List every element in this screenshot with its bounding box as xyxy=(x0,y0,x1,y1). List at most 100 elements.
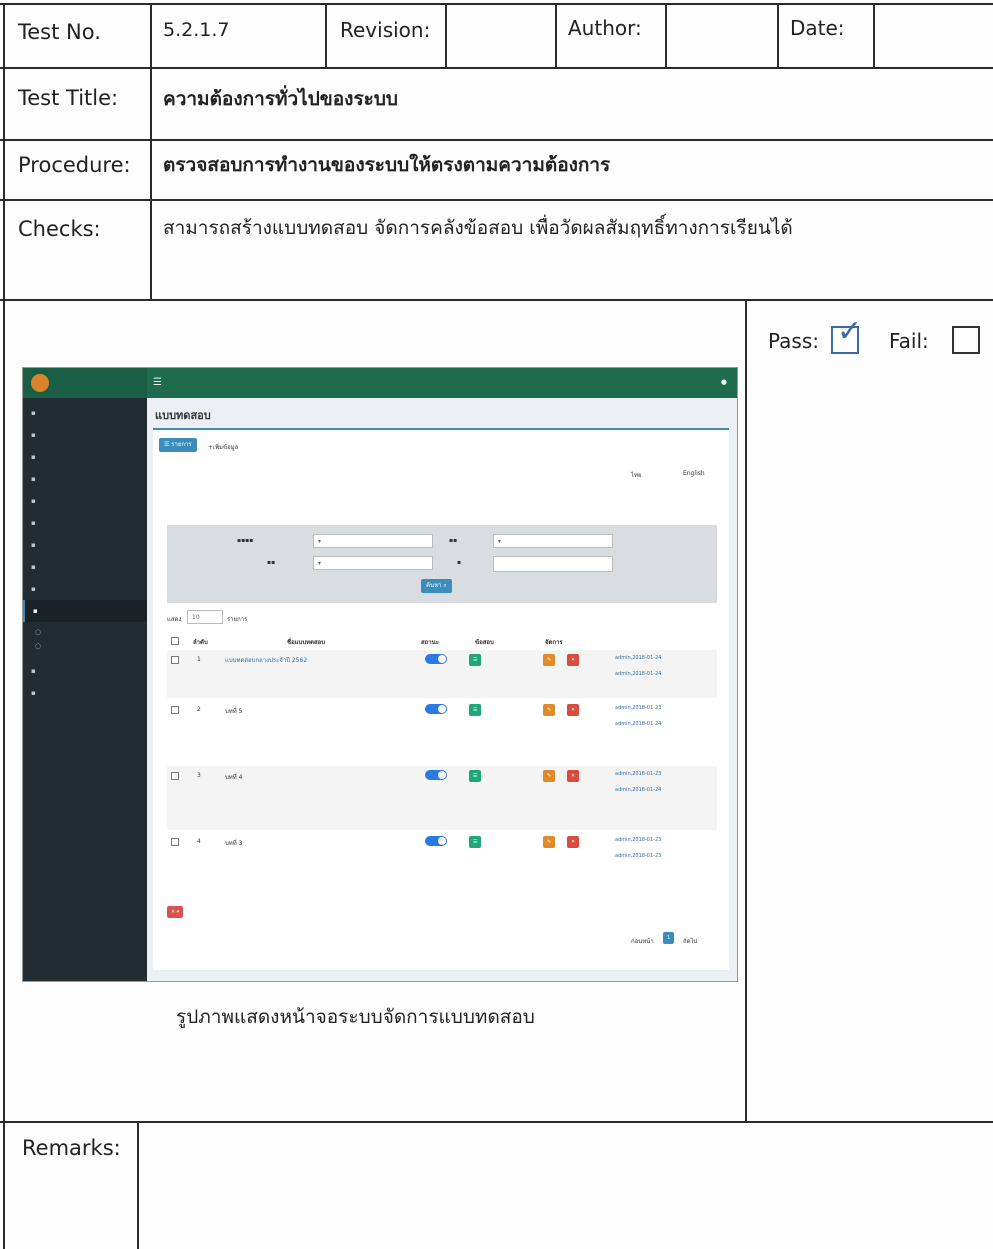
checkmark-icon: ✓ xyxy=(837,314,863,349)
grid-line xyxy=(325,3,327,67)
grid-line xyxy=(0,67,993,69)
test-no-label: Test No. xyxy=(18,20,101,44)
lang-th[interactable]: ไทย xyxy=(631,470,642,480)
sidebar-item[interactable]: ▪ xyxy=(23,424,147,446)
author-label: Author: xyxy=(568,16,642,40)
created-meta: admin,2018-01-23 xyxy=(615,837,662,843)
filter-label: ▪▪▪▪ xyxy=(237,537,254,544)
grid-line xyxy=(0,3,993,5)
logo-icon xyxy=(31,374,49,392)
edit-button[interactable]: ✎ xyxy=(543,654,556,666)
row-checkbox[interactable] xyxy=(171,772,179,780)
col-header: จัดการ xyxy=(545,639,563,646)
col-header: ลำดับ xyxy=(193,639,208,646)
edited-meta: admin,2018-01-24 xyxy=(615,721,662,727)
grid-line xyxy=(0,299,993,301)
sidebar-item[interactable]: ▪ xyxy=(23,468,147,490)
app-sidebar: ▪ ▪ ▪ ▪ ▪ ▪ ▪ ▪ ▪ ▪ ○ ○ ▪ ▪ xyxy=(23,398,147,981)
checks-label: Checks: xyxy=(18,217,101,241)
created-meta: admin,2018-01-24 xyxy=(615,655,662,661)
sidebar-item[interactable]: ▪ xyxy=(23,660,147,682)
sidebar-item[interactable]: ▪ xyxy=(23,556,147,578)
status-toggle[interactable] xyxy=(425,704,447,714)
edited-meta: admin,2018-01-23 xyxy=(615,853,662,859)
row-no: 4 xyxy=(197,838,201,845)
grid-line xyxy=(445,3,447,67)
row-name[interactable]: แบบทดสอบกลางประจำปี 2562 xyxy=(225,656,307,665)
exam-button[interactable]: ☰ xyxy=(469,704,482,716)
edit-button[interactable]: ✎ xyxy=(543,770,556,782)
select-all-checkbox[interactable] xyxy=(171,637,179,645)
checks-value: สามารถสร้างแบบทดสอบ จัดการคลังข้อสอบ เพื… xyxy=(163,217,793,239)
grid-line xyxy=(0,1121,993,1123)
sidebar-subitem[interactable]: ○ xyxy=(35,628,41,636)
pass-checkbox[interactable]: ✓ xyxy=(831,314,862,354)
sidebar-item[interactable]: ▪ xyxy=(23,682,147,704)
table-row: 1 แบบทดสอบกลางประจำปี 2562 ☰ ✎ ✕ admin,2… xyxy=(167,650,717,698)
system-screenshot: ☰ ● ▪ ▪ ▪ ▪ ▪ ▪ ▪ ▪ ▪ ▪ ○ ○ ▪ ▪ แบบทดสอบ… xyxy=(22,367,738,982)
search-icon: ⌕ xyxy=(443,582,447,589)
grid-line xyxy=(555,3,557,67)
tab-list[interactable]: ☰ รายการ xyxy=(159,438,197,452)
menu-toggle-icon[interactable]: ☰ xyxy=(153,377,162,388)
fail-checkbox[interactable] xyxy=(952,326,980,354)
grid-line xyxy=(3,3,5,1249)
bulk-delete-button[interactable]: ✕ ▾ xyxy=(167,906,184,918)
keyword-input[interactable] xyxy=(493,556,613,572)
status-toggle[interactable] xyxy=(425,836,447,846)
delete-button[interactable]: ✕ xyxy=(567,770,580,782)
date-label: Date: xyxy=(790,16,845,40)
sidebar-item[interactable]: ▪ xyxy=(23,490,147,512)
row-no: 1 xyxy=(197,656,201,663)
show-label: แสดง xyxy=(167,616,182,623)
col-header: ชื่อแบบทดสอบ xyxy=(287,639,326,646)
pager-prev[interactable]: ก่อนหน้า xyxy=(631,936,654,946)
col-header: สถานะ xyxy=(421,639,439,646)
status-toggle[interactable] xyxy=(425,654,447,664)
sidebar-item[interactable]: ▪ xyxy=(23,512,147,534)
exam-button[interactable]: ☰ xyxy=(469,770,482,782)
row-checkbox[interactable] xyxy=(171,838,179,846)
pager-current[interactable]: 1 xyxy=(663,932,675,944)
revision-label: Revision: xyxy=(340,18,431,42)
page-size-select[interactable]: 10 xyxy=(187,610,223,624)
sidebar-item[interactable]: ▪ xyxy=(23,534,147,556)
search-button[interactable]: ค้นหา ⌕ xyxy=(421,579,452,593)
sidebar-item[interactable]: ▪ xyxy=(23,446,147,468)
pager-next[interactable]: ถัดไป xyxy=(683,936,697,946)
filter-label: ▪ xyxy=(457,559,462,566)
delete-button[interactable]: ✕ xyxy=(567,704,580,716)
test-no-value: 5.2.1.7 xyxy=(163,19,230,41)
sidebar-item[interactable]: ▪ xyxy=(23,578,147,600)
status-toggle[interactable] xyxy=(425,770,447,780)
filter-label: ▪▪ xyxy=(449,537,458,544)
procedure-label: Procedure: xyxy=(18,153,131,177)
filter-select[interactable]: ▾ xyxy=(313,556,433,570)
sidebar-subitem-active[interactable]: ○ xyxy=(35,642,41,650)
filter-select[interactable]: ▾ xyxy=(493,534,613,548)
edit-button[interactable]: ✎ xyxy=(543,836,556,848)
table-row: 4 บทที่ 3 ☰ ✎ ✕ admin,2018-01-23 admin,2… xyxy=(167,832,717,896)
tab-list-label: รายการ xyxy=(171,441,192,448)
app-brand xyxy=(23,368,147,398)
row-checkbox[interactable] xyxy=(171,656,179,664)
tab-add[interactable]: +เพิ่มข้อมูล xyxy=(208,442,238,452)
row-name: บทที่ 5 xyxy=(225,708,243,715)
row-no: 3 xyxy=(197,772,201,779)
filter-select[interactable]: ▾ xyxy=(313,534,433,548)
edit-button[interactable]: ✎ xyxy=(543,704,556,716)
delete-button[interactable]: ✕ xyxy=(567,836,580,848)
show-unit: รายการ xyxy=(227,616,248,623)
row-no: 2 xyxy=(197,706,201,713)
edited-meta: admin,2018-01-24 xyxy=(615,787,662,793)
exam-button[interactable]: ☰ xyxy=(469,654,482,666)
sidebar-item[interactable]: ▪ xyxy=(23,402,147,424)
exam-button[interactable]: ☰ xyxy=(469,836,482,848)
delete-button[interactable]: ✕ xyxy=(567,654,580,666)
grid-line xyxy=(150,3,152,299)
user-avatar-icon[interactable]: ● xyxy=(721,378,727,386)
sidebar-item-active[interactable]: ▪ xyxy=(23,600,147,622)
content-box: ☰ รายการ +เพิ่มข้อมูล ไทย English ▪▪▪▪ ▾… xyxy=(153,428,729,970)
lang-en[interactable]: English xyxy=(683,470,705,477)
row-checkbox[interactable] xyxy=(171,706,179,714)
